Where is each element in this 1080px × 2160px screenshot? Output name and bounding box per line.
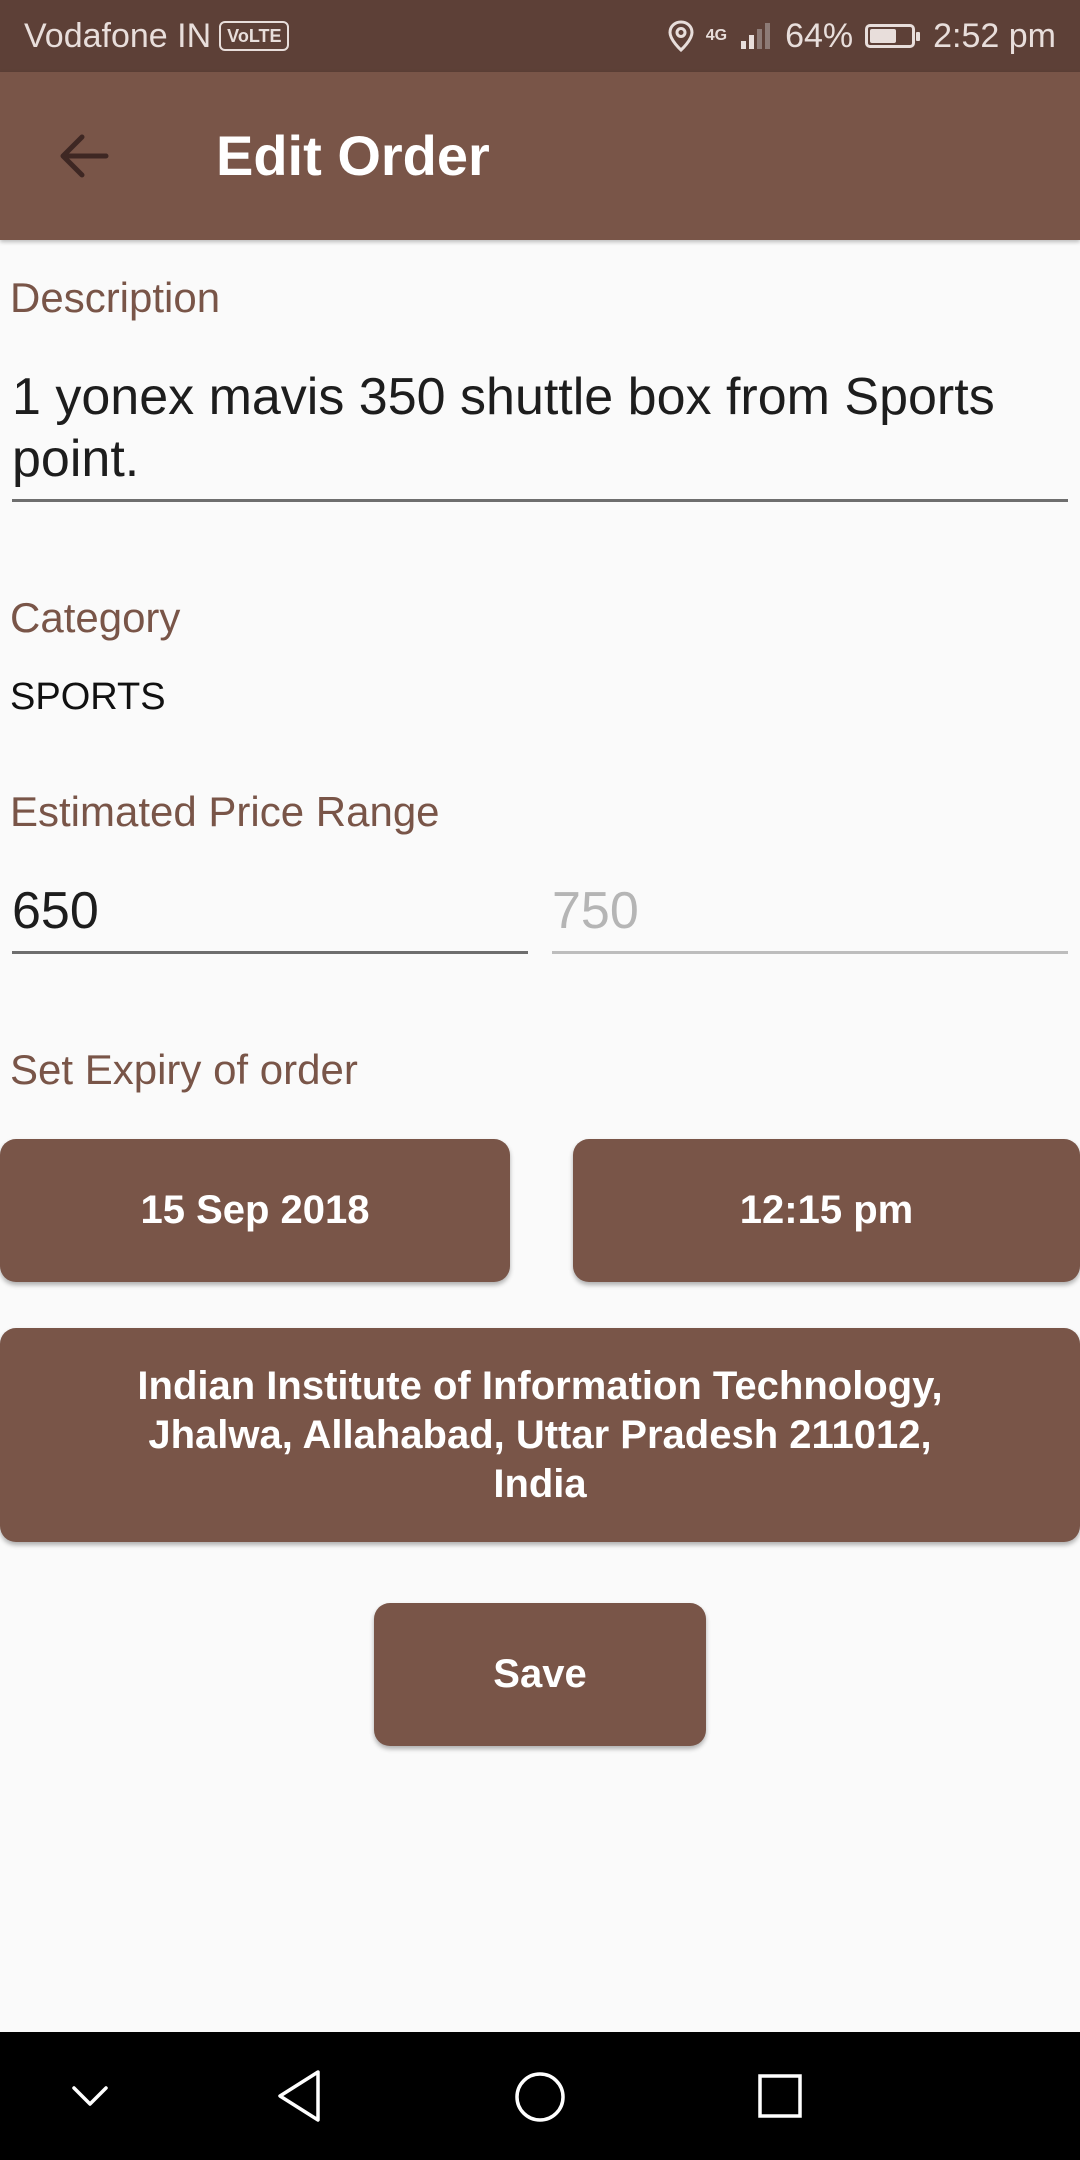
battery-icon	[865, 24, 921, 48]
arrow-back-icon[interactable]	[52, 124, 116, 188]
signal-icon	[741, 23, 771, 49]
volte-badge: VoLTE	[219, 21, 290, 51]
price-min-input[interactable]: 650	[12, 880, 99, 942]
clock: 2:52 pm	[933, 16, 1056, 55]
status-bar: Vodafone IN VoLTE 4G 64% 2:52 pm	[0, 0, 1080, 72]
home-circle-icon[interactable]	[513, 2070, 567, 2124]
price-max-underline	[552, 951, 1068, 954]
recents-square-icon[interactable]	[756, 2072, 804, 2120]
app-bar: Edit Order	[0, 72, 1080, 240]
expiry-time-button[interactable]: 12:15 pm	[573, 1139, 1080, 1282]
location-icon	[668, 20, 694, 52]
chevron-down-icon[interactable]	[68, 2076, 112, 2116]
status-left: Vodafone IN VoLTE	[24, 16, 290, 56]
navigation-bar	[0, 2032, 1080, 2160]
description-label: Description	[10, 274, 221, 321]
price-range-label: Estimated Price Range	[10, 788, 440, 835]
carrier-name: Vodafone IN	[24, 16, 212, 55]
expiry-date-button[interactable]: 15 Sep 2018	[0, 1139, 510, 1282]
price-max-input[interactable]: 750	[552, 880, 639, 942]
price-min-underline	[12, 951, 528, 954]
battery-fill	[870, 29, 897, 43]
network-type: 4G	[705, 27, 728, 44]
description-input[interactable]: 1 yonex mavis 350 shuttle box from Sport…	[12, 366, 1062, 490]
expiry-label: Set Expiry of order	[10, 1046, 358, 1093]
battery-percent: 64%	[785, 16, 854, 55]
description-underline	[12, 499, 1068, 502]
category-value[interactable]: SPORTS	[10, 676, 166, 719]
status-right: 4G 64% 2:52 pm	[656, 17, 1056, 56]
page-title: Edit Order	[216, 124, 490, 187]
save-button[interactable]: Save	[374, 1603, 706, 1746]
location-button[interactable]: Indian Institute of Information Technolo…	[0, 1328, 1080, 1542]
back-triangle-icon[interactable]	[274, 2068, 324, 2124]
category-label: Category	[10, 594, 181, 641]
